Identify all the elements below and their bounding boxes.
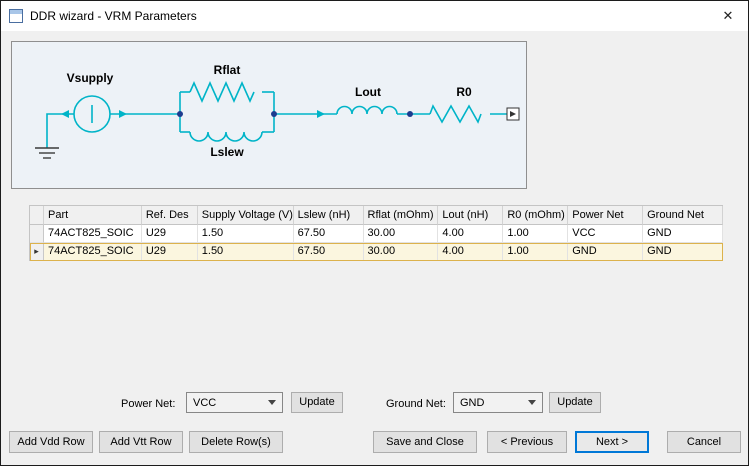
output-terminal-icon	[507, 108, 519, 120]
cell-power-net[interactable]: VCC	[568, 225, 643, 243]
col-header-power-net[interactable]: Power Net	[568, 206, 643, 225]
table-header-row: Part Ref. Des Supply Voltage (V) Lslew (…	[30, 206, 723, 225]
power-net-label: Power Net:	[121, 397, 175, 411]
cell-supply-voltage[interactable]: 1.50	[198, 243, 294, 261]
cell-ref-des[interactable]: U29	[142, 225, 198, 243]
col-header-part[interactable]: Part	[44, 206, 142, 225]
lslew-label: Lslew	[210, 145, 244, 159]
delete-rows-button[interactable]: Delete Row(s)	[189, 431, 283, 453]
cell-lout[interactable]: 4.00	[438, 225, 503, 243]
chevron-down-icon	[528, 400, 536, 405]
power-net-value: VCC	[193, 397, 216, 409]
vrm-circuit-svg: Vsupply Rflat Lslew Lout R0	[12, 42, 526, 188]
cell-power-net[interactable]: GND	[568, 243, 643, 261]
inductor-lout-icon	[337, 107, 397, 115]
col-header-r0[interactable]: R0 (mOhm)	[503, 206, 568, 225]
ground-net-value: GND	[460, 397, 484, 409]
lout-label: Lout	[355, 85, 381, 99]
col-header-lout[interactable]: Lout (nH)	[438, 206, 503, 225]
dialog-window: DDR wizard - VRM Parameters ✕	[0, 0, 749, 466]
cell-part[interactable]: 74ACT825_SOIC	[44, 225, 142, 243]
col-header-ref-des[interactable]: Ref. Des	[142, 206, 198, 225]
cell-r0[interactable]: 1.00	[503, 243, 568, 261]
resistor-rflat-icon	[190, 83, 254, 101]
col-header-lslew[interactable]: Lslew (nH)	[294, 206, 364, 225]
table-row[interactable]: 74ACT825_SOIC U29 1.50 67.50 30.00 4.00 …	[30, 225, 723, 243]
col-header-supply-voltage[interactable]: Supply Voltage (V)	[198, 206, 294, 225]
power-net-select[interactable]: VCC	[186, 392, 283, 413]
resistor-r0-icon	[430, 106, 481, 122]
ground-net-update-button[interactable]: Update	[549, 392, 601, 413]
add-vtt-row-button[interactable]: Add Vtt Row	[99, 431, 183, 453]
row-selector-active[interactable]: ▸	[30, 243, 44, 261]
r0-label: R0	[456, 85, 472, 99]
vsupply-label: Vsupply	[67, 71, 114, 85]
cell-supply-voltage[interactable]: 1.50	[198, 225, 294, 243]
inductor-lslew-icon	[190, 132, 262, 141]
title-bar: DDR wizard - VRM Parameters ✕	[1, 1, 748, 31]
ground-net-select[interactable]: GND	[453, 392, 543, 413]
cell-part[interactable]: 74ACT825_SOIC	[44, 243, 142, 261]
rflat-label: Rflat	[214, 63, 241, 77]
cell-rflat[interactable]: 30.00	[364, 225, 439, 243]
window-title: DDR wizard - VRM Parameters	[30, 9, 197, 23]
ground-net-label: Ground Net:	[386, 397, 446, 411]
cell-lslew[interactable]: 67.50	[294, 243, 364, 261]
close-button[interactable]: ✕	[708, 1, 748, 31]
cell-r0[interactable]: 1.00	[503, 225, 568, 243]
cancel-button[interactable]: Cancel	[667, 431, 741, 453]
table-row-selected[interactable]: ▸ 74ACT825_SOIC U29 1.50 67.50 30.00 4.0…	[30, 243, 723, 261]
col-header-rflat[interactable]: Rflat (mOhm)	[364, 206, 439, 225]
vrm-parameters-table: Part Ref. Des Supply Voltage (V) Lslew (…	[29, 205, 723, 261]
cell-ground-net[interactable]: GND	[643, 225, 723, 243]
cell-ground-net[interactable]: GND	[643, 243, 723, 261]
save-and-close-button[interactable]: Save and Close	[373, 431, 477, 453]
close-icon: ✕	[723, 8, 734, 24]
circuit-diagram-panel: Vsupply Rflat Lslew Lout R0	[11, 41, 527, 189]
circuit-wires	[47, 83, 507, 148]
add-vdd-row-button[interactable]: Add Vdd Row	[9, 431, 93, 453]
row-selector[interactable]	[30, 225, 44, 243]
ground-symbol-icon	[35, 148, 59, 158]
col-header-ground-net[interactable]: Ground Net	[643, 206, 723, 225]
cell-lout[interactable]: 4.00	[438, 243, 503, 261]
chevron-down-icon	[268, 400, 276, 405]
app-icon	[9, 9, 23, 23]
selected-row-arrow-icon: ▸	[34, 246, 39, 256]
row-selector-header	[30, 206, 44, 225]
cell-ref-des[interactable]: U29	[142, 243, 198, 261]
next-button[interactable]: Next >	[575, 431, 649, 453]
cell-lslew[interactable]: 67.50	[294, 225, 364, 243]
cell-rflat[interactable]: 30.00	[364, 243, 439, 261]
previous-button[interactable]: < Previous	[487, 431, 567, 453]
power-net-update-button[interactable]: Update	[291, 392, 343, 413]
